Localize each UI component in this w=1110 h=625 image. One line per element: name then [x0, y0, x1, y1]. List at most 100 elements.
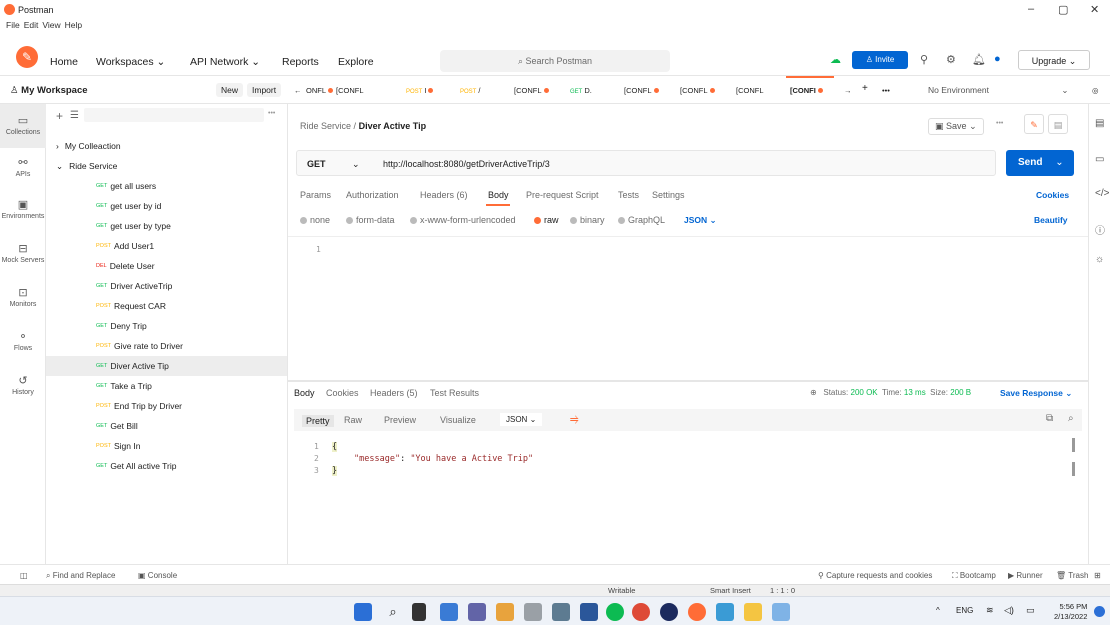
list-item[interactable]: GET Driver ActiveTrip: [46, 276, 287, 296]
runner-button[interactable]: ▶ Runner: [1008, 571, 1043, 580]
filter-icon[interactable]: ☰: [70, 110, 79, 121]
resp-tab-headers[interactable]: Headers (5): [370, 388, 418, 398]
nav-workspaces[interactable]: Workspaces ⌄: [96, 56, 165, 68]
tab-5[interactable]: GET D.: [570, 86, 592, 95]
rail-collections[interactable]: ▭ Collections: [0, 104, 46, 148]
add-collection-icon[interactable]: +: [56, 109, 63, 123]
rail-mock-servers[interactable]: ⊟ Mock Servers: [0, 242, 46, 264]
edit-icon[interactable]: ✎: [1024, 114, 1044, 134]
nav-explore[interactable]: Explore: [338, 56, 374, 68]
tab-settings[interactable]: Settings: [652, 190, 685, 200]
notification-icon[interactable]: [1094, 606, 1105, 617]
capture-button[interactable]: ⚲ Capture requests and cookies: [818, 571, 932, 580]
teams-icon[interactable]: [468, 603, 486, 621]
environment-select[interactable]: No Environment ⌄: [928, 85, 1068, 96]
list-item[interactable]: POST Sign In: [46, 436, 287, 456]
new-tab-icon[interactable]: +: [862, 83, 868, 94]
system-clock[interactable]: 5:56 PM 2/13/2022: [1054, 602, 1087, 622]
size-value[interactable]: 200 B: [950, 388, 971, 397]
beautify-link[interactable]: Beautify: [1034, 215, 1068, 225]
resp-tab-test-results[interactable]: Test Results: [430, 388, 479, 398]
tab-headers[interactable]: Headers (6): [420, 190, 468, 200]
trash-button[interactable]: 🗑︎ Trash: [1056, 571, 1088, 580]
list-item[interactable]: GET get all users: [46, 176, 287, 196]
word-icon[interactable]: [580, 603, 598, 621]
save-response-button[interactable]: Save Response ⌄: [1000, 388, 1072, 399]
tab-active[interactable]: [CONFI: [790, 86, 823, 95]
battery-icon[interactable]: ▭: [1026, 605, 1035, 616]
import-button[interactable]: Import: [247, 83, 282, 97]
postman-taskbar-icon[interactable]: [688, 603, 706, 621]
rail-apis[interactable]: ⚯ APIs: [0, 156, 46, 178]
method-select[interactable]: GET ⌄: [307, 159, 360, 170]
list-item[interactable]: POST Give rate to Driver: [46, 336, 287, 356]
list-item[interactable]: POST Request CAR: [46, 296, 287, 316]
search-icon[interactable]: ⌕: [1068, 413, 1074, 424]
sync-icon[interactable]: ☁: [830, 53, 841, 66]
view-raw[interactable]: Raw: [344, 415, 362, 425]
comments-icon[interactable]: ▭: [1095, 154, 1104, 165]
collection-ride-service[interactable]: ⌄ Ride Service: [46, 156, 287, 176]
menu-file[interactable]: File: [6, 20, 20, 30]
whatsapp-icon[interactable]: [606, 603, 624, 621]
new-button[interactable]: New: [216, 83, 244, 97]
settings-app-icon[interactable]: [524, 603, 542, 621]
task-view-icon[interactable]: [412, 603, 426, 621]
cookies-link[interactable]: Cookies: [1036, 190, 1069, 200]
close-icon[interactable]: ✕: [1090, 3, 1099, 16]
body-type-form-data[interactable]: form-data: [346, 215, 395, 225]
scrollbar-marker[interactable]: [1072, 438, 1075, 452]
info-icon[interactable]: ⓘ: [1095, 222, 1105, 237]
scrollbar-marker[interactable]: [1072, 462, 1075, 476]
maximize-icon[interactable]: ▢: [1058, 3, 1068, 16]
nav-reports[interactable]: Reports: [282, 56, 319, 68]
code-icon[interactable]: </>: [1095, 188, 1109, 199]
nav-api-network[interactable]: API Network ⌄: [190, 56, 260, 68]
language-indicator[interactable]: ENG: [956, 606, 973, 615]
postman-logo-icon[interactable]: ✎: [16, 46, 38, 68]
comment-icon[interactable]: ▤: [1048, 114, 1068, 134]
wifi-icon[interactable]: ≋: [986, 605, 994, 616]
nav-home[interactable]: Home: [50, 56, 78, 68]
avatar[interactable]: ●: [994, 53, 1001, 65]
tab-1[interactable]: [CONFL: [336, 86, 364, 95]
sidebar-toggle-icon[interactable]: ◫: [20, 571, 28, 580]
list-item[interactable]: POST Add User1: [46, 236, 287, 256]
body-type-urlencoded[interactable]: x-www-form-urlencoded: [410, 215, 516, 225]
body-type-raw[interactable]: raw: [534, 215, 559, 225]
app-icon[interactable]: [772, 603, 790, 621]
body-type-binary[interactable]: binary: [570, 215, 605, 225]
tab-params[interactable]: Params: [300, 190, 331, 200]
eclipse-icon[interactable]: [660, 603, 678, 621]
bootcamp-button[interactable]: ⛶ Bootcamp: [952, 571, 996, 581]
list-item[interactable]: GET get user by type: [46, 216, 287, 236]
tab-7[interactable]: [CONFL: [680, 86, 715, 95]
body-type-graphql[interactable]: GraphQL: [618, 215, 665, 225]
tab-authorization[interactable]: Authorization: [346, 190, 399, 200]
satellite-icon[interactable]: ⚲: [920, 53, 928, 66]
rail-history[interactable]: ↺ History: [0, 374, 46, 396]
tab-2[interactable]: POST I: [406, 86, 434, 95]
tab-3[interactable]: POST /: [460, 86, 480, 95]
chevron-up-icon[interactable]: ^: [936, 606, 940, 615]
invite-button[interactable]: ♙ Invite: [852, 51, 908, 69]
search-icon[interactable]: ⌕: [384, 603, 402, 621]
breadcrumb-parent[interactable]: Ride Service: [300, 121, 351, 131]
list-item[interactable]: GET get user by id: [46, 196, 287, 216]
collection-my-colleaction[interactable]: › My Colleaction: [46, 136, 287, 156]
tab-4[interactable]: [CONFL: [514, 86, 549, 95]
file-explorer-icon[interactable]: [744, 603, 762, 621]
list-item[interactable]: GET Deny Trip: [46, 316, 287, 336]
list-item[interactable]: DEL Delete User: [46, 256, 287, 276]
tab-6[interactable]: [CONFL: [624, 86, 659, 95]
view-visualize[interactable]: Visualize: [440, 415, 476, 425]
list-item-selected[interactable]: GET Diver Active Tip: [46, 356, 287, 376]
more-icon[interactable]: •••: [996, 120, 1003, 127]
menu-view[interactable]: View: [42, 20, 60, 30]
send-button[interactable]: Send ⌄: [1006, 150, 1074, 176]
more-icon[interactable]: •••: [882, 86, 890, 95]
tab-pre-request-script[interactable]: Pre-request Script: [526, 190, 599, 200]
response-divider[interactable]: [288, 380, 1088, 382]
menu-help[interactable]: Help: [65, 20, 82, 30]
gear-icon[interactable]: ⚙: [946, 53, 956, 66]
